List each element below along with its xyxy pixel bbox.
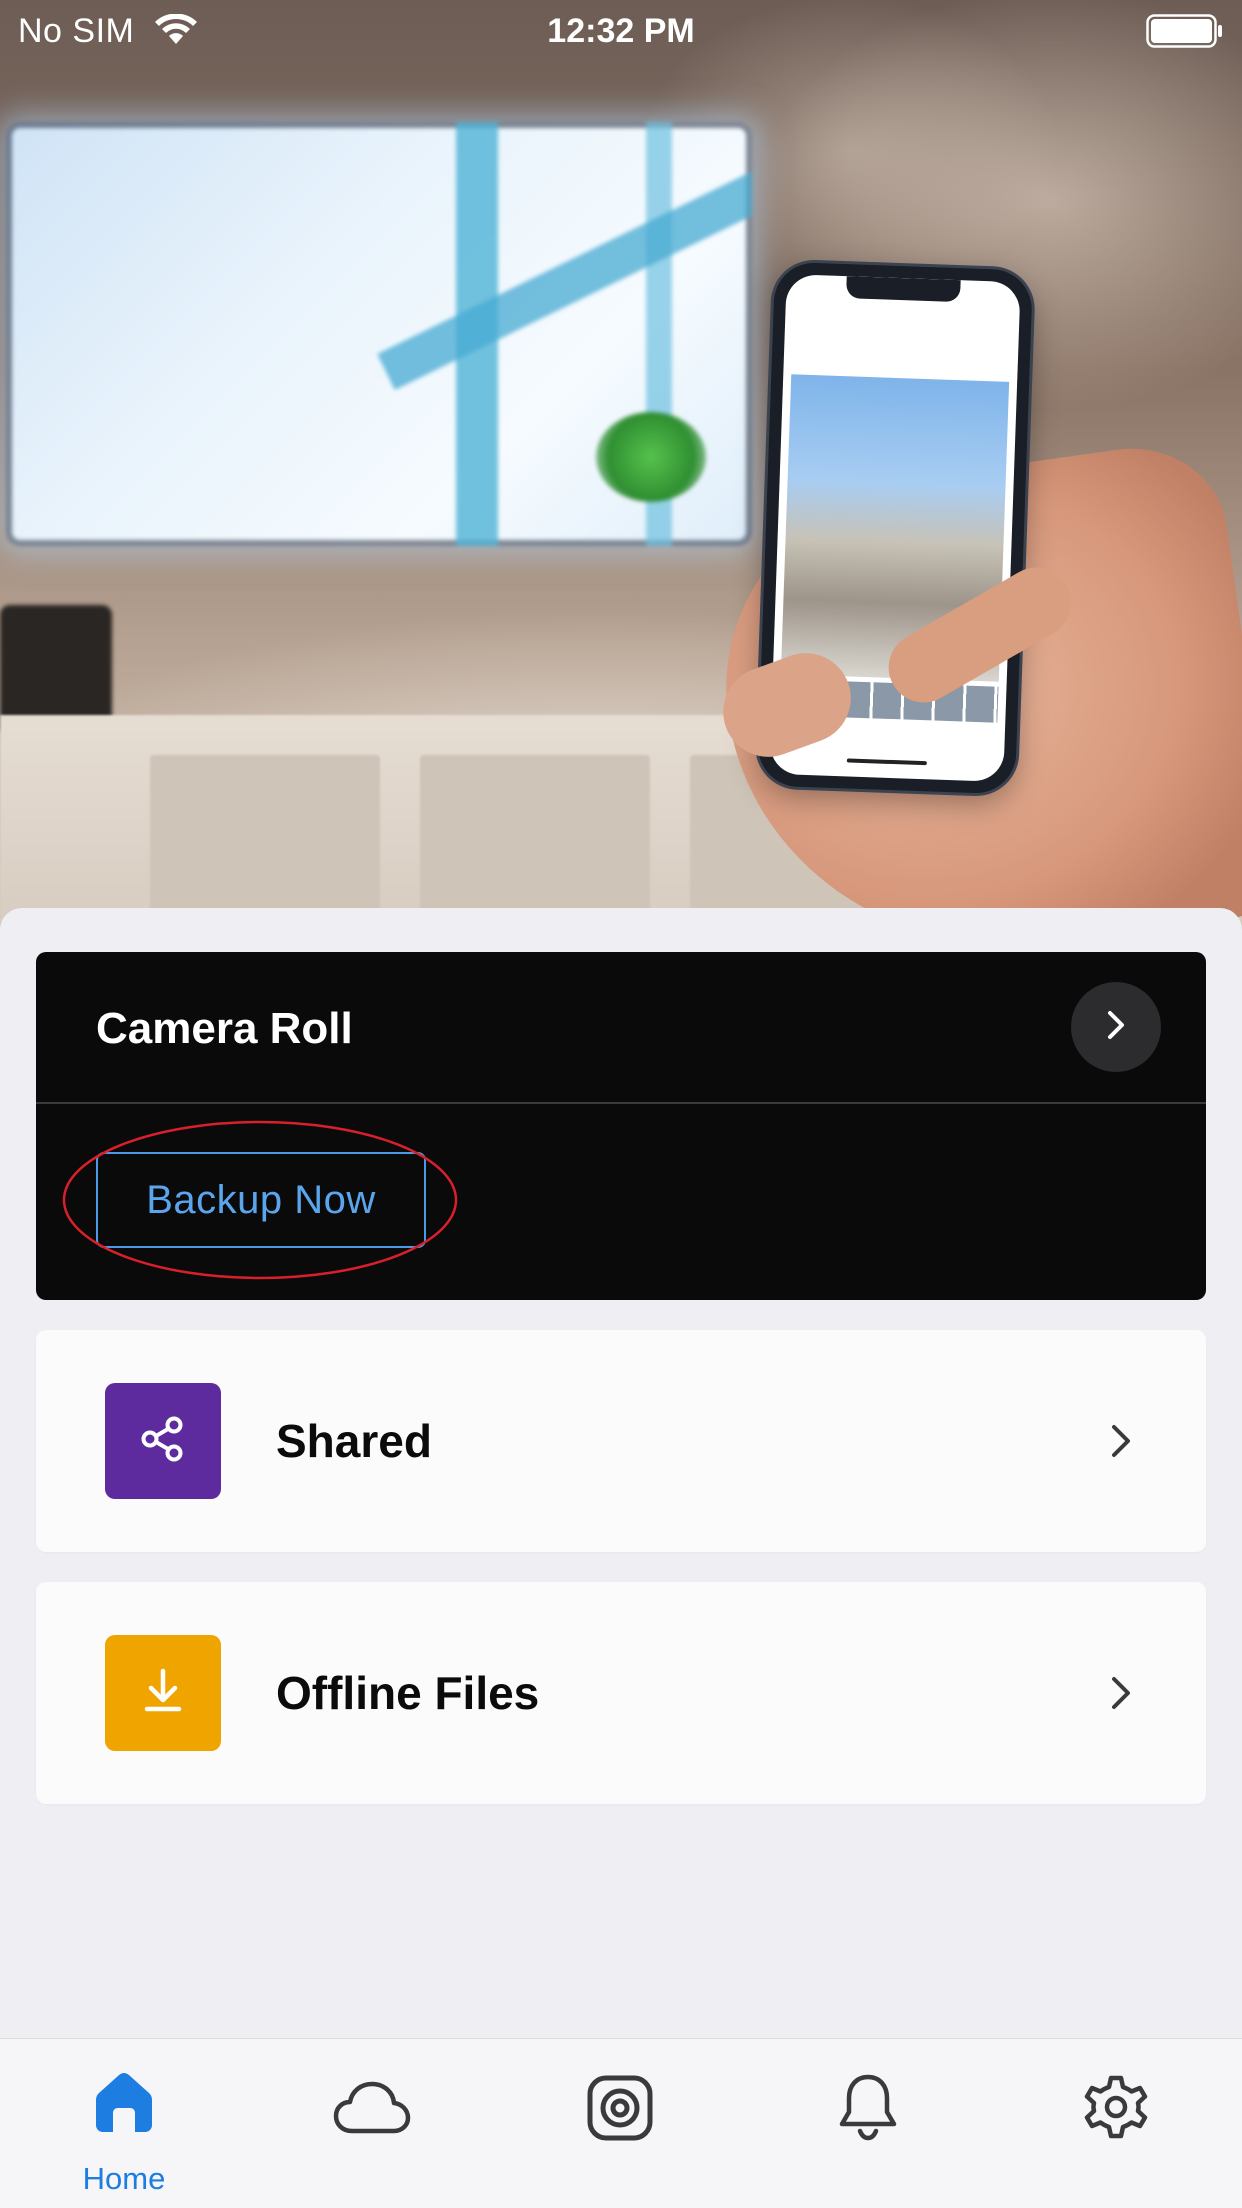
offline-files-tile (105, 1635, 221, 1751)
chevron-right-icon (1106, 1670, 1136, 1721)
camera-roll-card: Camera Roll Backup Now (36, 952, 1206, 1300)
highlight-ring (62, 1120, 458, 1280)
tab-settings[interactable] (992, 2039, 1240, 2208)
download-icon (135, 1663, 191, 1724)
tab-bar: Home (0, 2038, 1242, 2208)
tab-cloud[interactable] (248, 2039, 496, 2208)
status-time: 12:32 PM (547, 12, 695, 50)
chevron-right-icon (1106, 1418, 1136, 1469)
share-icon (135, 1411, 191, 1472)
shared-tile (105, 1383, 221, 1499)
tab-camera[interactable] (496, 2039, 744, 2208)
shared-row[interactable]: Shared (36, 1330, 1206, 1552)
camera-roll-header[interactable]: Camera Roll (36, 952, 1206, 1104)
offline-files-label: Offline Files (276, 1667, 540, 1719)
hero-photo (0, 0, 1242, 930)
camera-roll-open-button[interactable] (1071, 982, 1161, 1072)
tab-home-label: Home (82, 2161, 166, 2196)
content-sheet: Camera Roll Backup Now Shared Offline Fi… (0, 908, 1242, 2038)
offline-files-row[interactable]: Offline Files (36, 1582, 1206, 1804)
gear-icon (1080, 2071, 1152, 2148)
tv-screen-image (6, 122, 752, 546)
home-icon (91, 2069, 157, 2140)
camera-target-icon (585, 2073, 655, 2148)
tab-home[interactable]: Home (0, 2039, 248, 2208)
bell-icon (835, 2071, 901, 2148)
status-bar: No SIM 12:32 PM (0, 0, 1242, 62)
camera-roll-title: Camera Roll (96, 1004, 353, 1053)
shared-label: Shared (276, 1415, 432, 1467)
cloud-icon (332, 2077, 412, 2142)
chevron-right-icon (1101, 1005, 1131, 1050)
tab-notifications[interactable] (744, 2039, 992, 2208)
home-screen: No SIM 12:32 PM Camera Roll Backup Now S… (0, 0, 1242, 2208)
battery-icon (1146, 14, 1224, 53)
